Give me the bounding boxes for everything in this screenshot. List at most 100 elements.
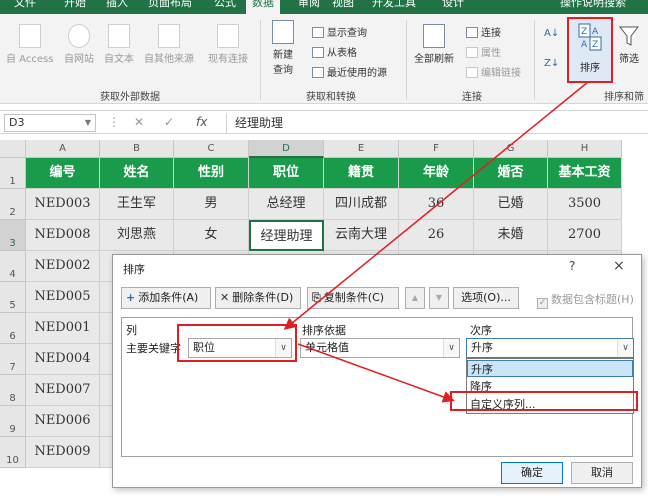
tell-me-search[interactable]: 操作说明搜索	[560, 0, 626, 10]
cell-d2[interactable]: 总经理	[249, 189, 324, 220]
cell-a4[interactable]: NED002	[26, 251, 100, 282]
insert-function-icon[interactable]: fx	[196, 115, 207, 129]
has-headers-checkbox[interactable]: ✓ 数据包含标题(H)	[537, 291, 634, 309]
tab-file[interactable]: 文件	[14, 0, 36, 10]
move-down-button[interactable]: ▼	[429, 287, 449, 309]
cell-b2[interactable]: 王生军	[100, 189, 174, 220]
edit-links-button[interactable]: 编辑链接	[466, 64, 521, 79]
cell-d3[interactable]: 经理助理	[249, 220, 324, 251]
cell-a10[interactable]: NED009	[26, 437, 100, 468]
header-cell-c[interactable]: 性别	[174, 158, 249, 189]
cell-b3[interactable]: 刘思燕	[100, 220, 174, 251]
tab-page-layout[interactable]: 页面布局	[148, 0, 192, 10]
formula-input[interactable]: 经理助理	[226, 113, 646, 133]
tab-design[interactable]: 设计	[442, 0, 464, 10]
column-header-c[interactable]: C	[174, 140, 249, 158]
row-header-6[interactable]: 6	[0, 313, 26, 344]
move-up-button[interactable]: ▲	[405, 287, 425, 309]
cell-a8[interactable]: NED007	[26, 375, 100, 406]
sort-button[interactable]: Z A A Z 排序	[567, 17, 613, 83]
filter-button[interactable]: 筛选	[618, 24, 640, 65]
cancel-button[interactable]: 取消	[571, 462, 633, 484]
row-header-9[interactable]: 9	[0, 406, 26, 437]
close-button[interactable]: ×	[613, 258, 625, 274]
checkbox-checked-icon: ✓	[537, 298, 548, 309]
show-queries-icon	[312, 27, 324, 38]
ok-button[interactable]: 确定	[501, 462, 563, 484]
cell-a5[interactable]: NED005	[26, 282, 100, 313]
header-cell-d[interactable]: 职位	[249, 158, 324, 189]
tab-data[interactable]: 数据	[246, 0, 280, 14]
cell-a6[interactable]: NED001	[26, 313, 100, 344]
cell-g3[interactable]: 未婚	[474, 220, 548, 251]
header-cell-g[interactable]: 婚否	[474, 158, 548, 189]
from-text-button[interactable]: 自文本	[104, 24, 134, 65]
connections-button[interactable]: 连接	[466, 24, 501, 39]
row-header-8[interactable]: 8	[0, 375, 26, 406]
column-header-e[interactable]: E	[324, 140, 399, 158]
header-cell-h[interactable]: 基本工资	[548, 158, 622, 189]
sort-za-button[interactable]: Z↓	[544, 58, 559, 69]
add-level-button[interactable]: + 添加条件(A)	[121, 287, 211, 309]
row-header-7[interactable]: 7	[0, 344, 26, 375]
cell-a2[interactable]: NED003	[26, 189, 100, 220]
properties-button[interactable]: 属性	[466, 44, 501, 59]
cell-a7[interactable]: NED004	[26, 344, 100, 375]
row-header-5[interactable]: 5	[0, 282, 26, 313]
show-queries-button[interactable]: 显示查询	[312, 24, 367, 39]
options-button[interactable]: 选项(O)...	[453, 287, 519, 309]
cancel-icon[interactable]: ✕	[134, 115, 144, 129]
copy-level-button[interactable]: ⎘ 复制条件(C)	[307, 287, 399, 309]
sort-on-select[interactable]: 单元格值 ∨	[300, 338, 460, 358]
cell-c2[interactable]: 男	[174, 189, 249, 220]
from-web-button[interactable]: 自网站	[64, 24, 94, 65]
cell-g2[interactable]: 已婚	[474, 189, 548, 220]
tab-home[interactable]: 开始	[64, 0, 86, 10]
existing-connections-button[interactable]: 现有连接	[208, 24, 248, 65]
column-header-h[interactable]: H	[548, 140, 622, 158]
row-header-4[interactable]: 4	[0, 251, 26, 282]
cell-c3[interactable]: 女	[174, 220, 249, 251]
enter-icon[interactable]: ✓	[164, 115, 174, 129]
order-option-ascending[interactable]: 升序	[467, 360, 633, 377]
cell-a9[interactable]: NED006	[26, 406, 100, 437]
refresh-all-button[interactable]: 全部刷新	[414, 24, 454, 65]
cell-e2[interactable]: 四川成都	[324, 189, 399, 220]
from-table-button[interactable]: 从表格	[312, 44, 357, 59]
cell-f2[interactable]: 36	[399, 189, 474, 220]
header-cell-f[interactable]: 年龄	[399, 158, 474, 189]
column-header-a[interactable]: A	[26, 140, 100, 158]
delete-level-button[interactable]: ✕ 删除条件(D)	[215, 287, 301, 309]
column-header-b[interactable]: B	[100, 140, 174, 158]
tab-developer[interactable]: 开发工具	[372, 0, 416, 10]
tab-insert[interactable]: 插入	[106, 0, 128, 10]
cell-h3[interactable]: 2700	[548, 220, 622, 251]
row-header-3[interactable]: 3	[0, 220, 26, 251]
name-box[interactable]: D3 ▼	[4, 114, 96, 132]
row-header-1[interactable]: 1	[0, 158, 26, 189]
tab-formulas[interactable]: 公式	[214, 0, 236, 10]
header-cell-a[interactable]: 编号	[26, 158, 100, 189]
cell-h2[interactable]: 3500	[548, 189, 622, 220]
cell-f3[interactable]: 26	[399, 220, 474, 251]
tab-view[interactable]: 视图	[332, 0, 354, 10]
help-button[interactable]: ?	[569, 259, 575, 273]
recent-sources-button[interactable]: 最近使用的源	[312, 64, 387, 79]
column-header-f[interactable]: F	[399, 140, 474, 158]
column-header-g[interactable]: G	[474, 140, 548, 158]
header-cell-e[interactable]: 籍贯	[324, 158, 399, 189]
cell-a3[interactable]: NED008	[26, 220, 100, 251]
from-access-button[interactable]: 自 Access	[6, 24, 53, 65]
column-header-d[interactable]: D	[249, 140, 324, 158]
order-select[interactable]: 升序 ∨	[466, 338, 634, 358]
row-header-2[interactable]: 2	[0, 189, 26, 220]
from-other-sources-button[interactable]: 自其他来源	[144, 24, 194, 65]
row-header-10[interactable]: 10	[0, 437, 26, 468]
group-separator	[406, 20, 407, 100]
select-all-corner[interactable]	[0, 140, 26, 158]
new-query-button[interactable]: 新建 查询	[272, 20, 294, 76]
cell-e3[interactable]: 云南大理	[324, 220, 399, 251]
sort-az-button[interactable]: A↓	[544, 28, 559, 39]
tab-review[interactable]: 审阅	[298, 0, 320, 10]
header-cell-b[interactable]: 姓名	[100, 158, 174, 189]
